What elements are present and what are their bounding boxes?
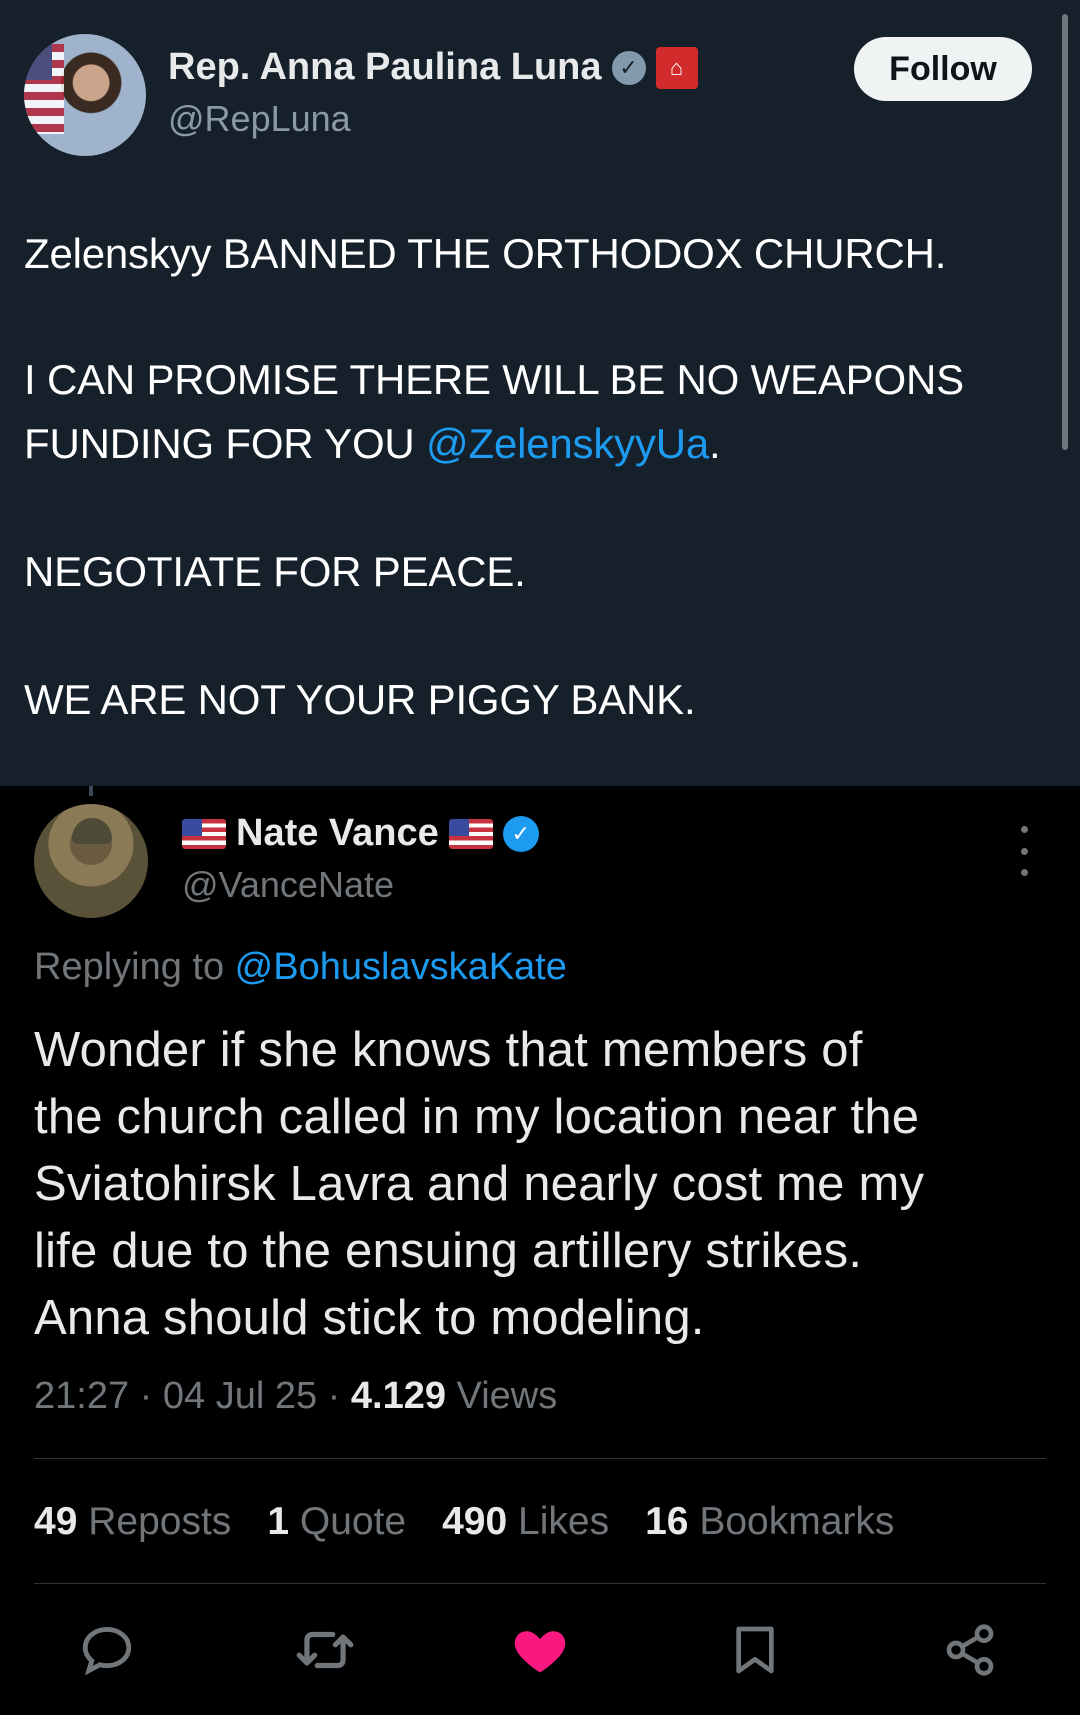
reply-button[interactable] [72, 1615, 142, 1685]
tweet-text-segment: . [709, 420, 721, 467]
replying-to-prefix: Replying to [34, 946, 235, 988]
tweet-text-line: NEGOTIATE FOR PEACE. [24, 548, 526, 595]
reply-text-line: Wonder if she knows that members of [34, 1023, 863, 1077]
tweet-text-line: FUNDING FOR YOU @ZelenskyyUa. [24, 420, 721, 468]
bookmark-icon [736, 1626, 774, 1674]
replying-to-mention[interactable]: @BohuslavskaKate [235, 946, 567, 988]
tweet-text-line: I CAN PROMISE THERE WILL BE NO WEAPONS [24, 356, 964, 403]
share-icon [946, 1624, 994, 1676]
author-handle[interactable]: @RepLuna [168, 98, 351, 140]
verified-gray-badge-icon[interactable]: ✓ [611, 50, 646, 85]
reply-author-avatar[interactable] [34, 804, 148, 918]
author-name[interactable]: Rep. Anna Paulina Luna [168, 46, 602, 89]
repost-button[interactable] [290, 1615, 360, 1685]
reply-author-name[interactable]: Nate Vance [236, 812, 439, 855]
flag-graphic [24, 44, 64, 134]
thread-connector [89, 786, 93, 796]
reply-text-line: Sviatohirsk Lavra and nearly cost me my [34, 1157, 925, 1211]
bookmarks-stat[interactable]: 16 Bookmarks [645, 1500, 894, 1544]
bookmarks-label: Bookmarks [699, 1500, 895, 1543]
like-button[interactable] [505, 1615, 575, 1685]
quotes-count: 1 [267, 1500, 290, 1543]
divider [34, 1583, 1046, 1584]
engagement-stats: 49 Reposts 1 Quote 490 Likes 16 Bookmark… [34, 1500, 894, 1544]
divider [34, 1458, 1046, 1459]
likes-count: 490 [442, 1500, 508, 1543]
more-options-icon[interactable] [1010, 826, 1038, 876]
quotes-label: Quote [299, 1500, 407, 1543]
author-avatar[interactable] [24, 34, 146, 156]
share-button[interactable] [935, 1615, 1005, 1685]
us-flag-icon [182, 818, 226, 849]
reposts-count: 49 [34, 1500, 78, 1543]
views-label: Views [456, 1375, 558, 1417]
heart-icon [514, 1631, 566, 1673]
reposts-stat[interactable]: 49 Reposts [34, 1500, 231, 1544]
reply-text-line: Anna should stick to modeling. [34, 1291, 705, 1345]
follow-button[interactable]: Follow [854, 37, 1032, 101]
congress-affiliation-icon[interactable]: ⌂ [655, 46, 698, 89]
reply-text-line: the church called in my location near th… [34, 1090, 920, 1144]
likes-stat[interactable]: 490 Likes [442, 1500, 609, 1544]
action-bar [0, 1615, 1080, 1685]
tweet-time[interactable]: 21:27 [34, 1375, 129, 1417]
reposts-label: Reposts [88, 1500, 232, 1543]
likes-label: Likes [518, 1500, 610, 1543]
author-name-row[interactable]: Rep. Anna Paulina Luna ✓ ⌂ [168, 46, 698, 89]
verified-blue-badge-icon[interactable]: ✓ [502, 815, 539, 852]
tweet-text-line: Zelenskyy BANNED THE ORTHODOX CHURCH. [24, 230, 947, 277]
us-flag-icon [448, 818, 493, 849]
replying-to-line: Replying to @BohuslavskaKate [34, 946, 567, 989]
tweet-text-segment: FUNDING FOR YOU [24, 420, 427, 467]
bookmark-button[interactable] [720, 1615, 790, 1685]
bookmarks-count: 16 [645, 1500, 689, 1543]
meta-separator: · [139, 1375, 153, 1417]
reply-text-line: life due to the ensuing artillery strike… [34, 1224, 863, 1278]
scrollbar[interactable] [1062, 14, 1068, 450]
mention-link[interactable]: @ZelenskyyUa [426, 420, 709, 467]
reply-author-name-row[interactable]: Nate Vance ✓ [182, 812, 539, 855]
meta-separator: · [327, 1375, 341, 1417]
tweet-text-line: WE ARE NOT YOUR PIGGY BANK. [24, 676, 696, 723]
quotes-stat[interactable]: 1 Quote [267, 1500, 406, 1544]
reply-author-handle[interactable]: @VanceNate [182, 864, 394, 906]
views-count: 4.129 [350, 1375, 446, 1417]
tweet-date[interactable]: 04 Jul 25 [163, 1375, 317, 1417]
quoted-tweet-card[interactable]: Rep. Anna Paulina Luna ✓ ⌂ @RepLuna Foll… [0, 0, 1080, 786]
tweet-meta: 21:27 · 04 Jul 25 · 4.129 Views [34, 1375, 557, 1418]
reply-icon [82, 1627, 132, 1676]
repost-icon [296, 1631, 354, 1669]
avatar-figure [72, 818, 112, 844]
